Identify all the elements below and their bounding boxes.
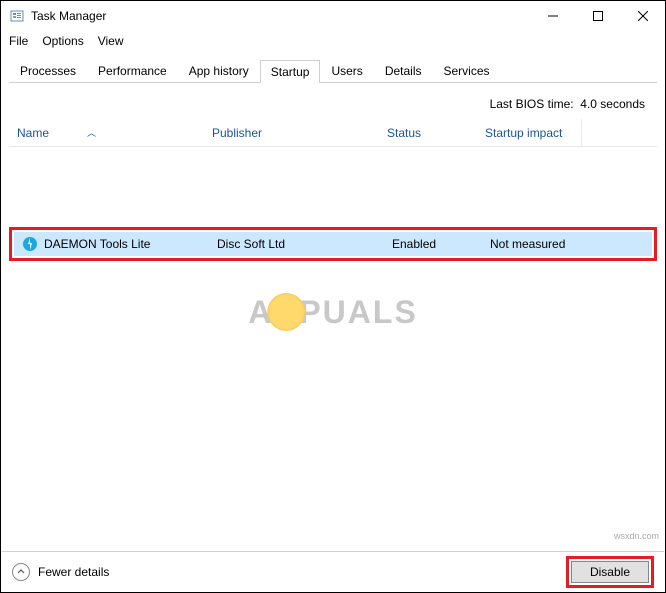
row-name: DAEMON Tools Lite xyxy=(44,237,150,251)
watermark-left: A xyxy=(248,294,273,331)
app-icon xyxy=(9,8,25,24)
row-status: Enabled xyxy=(384,237,482,251)
bios-label: Last BIOS time: xyxy=(490,97,574,111)
window-controls xyxy=(530,1,665,31)
tabs-container: Processes Performance App history Startu… xyxy=(1,51,665,83)
tab-startup[interactable]: Startup xyxy=(260,60,321,83)
footer: Fewer details Disable xyxy=(2,551,664,591)
tabs: Processes Performance App history Startu… xyxy=(9,59,657,83)
disable-button[interactable]: Disable xyxy=(571,561,649,583)
col-header-publisher[interactable]: Publisher xyxy=(204,126,379,140)
col-header-name[interactable]: Name ︿ xyxy=(9,126,204,140)
fewer-details-button[interactable]: Fewer details xyxy=(12,563,109,581)
maximize-button[interactable] xyxy=(575,1,620,31)
bios-value: 4.0 seconds xyxy=(580,97,645,111)
menu-view[interactable]: View xyxy=(98,34,124,48)
attribution: wsxdn.com xyxy=(614,531,659,541)
watermark-icon xyxy=(267,293,305,331)
table-row[interactable]: DAEMON Tools Lite Disc Soft Ltd Enabled … xyxy=(14,232,652,256)
daemon-tools-icon xyxy=(22,236,38,252)
table-body: DAEMON Tools Lite Disc Soft Ltd Enabled … xyxy=(9,147,657,261)
tab-processes[interactable]: Processes xyxy=(9,59,87,82)
col-name-label: Name xyxy=(17,126,49,140)
cell-name: DAEMON Tools Lite xyxy=(14,236,209,252)
column-headers: Name ︿ Publisher Status Startup impact xyxy=(9,119,657,147)
row-highlight: DAEMON Tools Lite Disc Soft Ltd Enabled … xyxy=(9,227,657,261)
minimize-button[interactable] xyxy=(530,1,575,31)
window-title: Task Manager xyxy=(31,9,530,23)
watermark-right: PUALS xyxy=(299,294,417,331)
row-publisher: Disc Soft Ltd xyxy=(209,237,384,251)
close-button[interactable] xyxy=(620,1,665,31)
chevron-up-icon xyxy=(12,563,30,581)
titlebar: Task Manager xyxy=(1,1,665,31)
menu-options[interactable]: Options xyxy=(42,34,83,48)
watermark: A PUALS xyxy=(248,293,418,331)
menu-file[interactable]: File xyxy=(9,34,28,48)
sort-arrow-icon: ︿ xyxy=(87,126,96,139)
col-header-impact[interactable]: Startup impact xyxy=(477,119,582,146)
menubar: File Options View xyxy=(1,31,665,51)
tab-app-history[interactable]: App history xyxy=(178,59,260,82)
col-header-status[interactable]: Status xyxy=(379,126,477,140)
tab-details[interactable]: Details xyxy=(374,59,433,82)
tab-services[interactable]: Services xyxy=(433,59,501,82)
tab-performance[interactable]: Performance xyxy=(87,59,178,82)
bios-time: Last BIOS time: 4.0 seconds xyxy=(9,83,657,119)
tab-users[interactable]: Users xyxy=(320,59,373,82)
content-area: Last BIOS time: 4.0 seconds Name ︿ Publi… xyxy=(1,83,665,543)
fewer-details-label: Fewer details xyxy=(38,565,109,579)
row-impact: Not measured xyxy=(482,237,587,251)
disable-highlight: Disable xyxy=(566,556,654,588)
